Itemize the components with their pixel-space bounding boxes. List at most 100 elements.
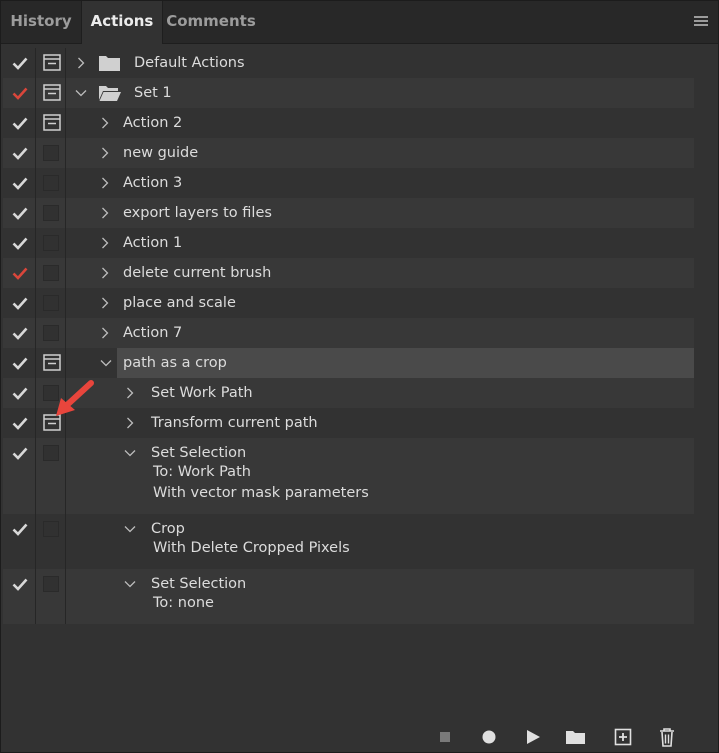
delete-button[interactable] [657,727,677,747]
toggle-column[interactable] [3,228,36,258]
action-row[interactable]: Action 2 [3,108,694,138]
dialog-column[interactable] [35,198,66,228]
dialog-toggle-icon[interactable] [43,84,61,101]
action-row-selected[interactable]: path as a crop [3,348,694,378]
check-icon[interactable] [12,176,28,190]
dialog-column[interactable] [35,569,66,624]
chevron-right-icon[interactable] [74,56,88,70]
check-icon[interactable] [12,577,28,591]
record-button[interactable] [479,727,499,747]
action-step-row[interactable]: Transform current path [3,408,694,438]
check-icon[interactable] [12,86,28,100]
chevron-right-icon[interactable] [98,296,112,310]
action-step-row[interactable]: Set Work Path [3,378,694,408]
dialog-column[interactable] [35,48,66,78]
check-icon[interactable] [12,266,28,280]
dialog-column[interactable] [35,228,66,258]
toggle-column[interactable] [3,78,36,108]
toggle-column[interactable] [3,569,36,624]
dialog-toggle[interactable] [43,295,59,311]
chevron-right-icon[interactable] [98,146,112,160]
dialog-column[interactable] [35,138,66,168]
check-icon[interactable] [12,296,28,310]
chevron-down-icon[interactable] [123,577,137,591]
dialog-column[interactable] [35,438,66,514]
action-step-row[interactable]: Crop With Delete Cropped Pixels [3,514,694,569]
actions-list[interactable]: Default Actions Set 1 Action 2 new guide Act… [3,48,694,624]
hamburger-menu-icon[interactable] [694,16,708,28]
chevron-right-icon[interactable] [98,206,112,220]
toggle-column[interactable] [3,168,36,198]
play-button[interactable] [523,727,543,747]
toggle-column[interactable] [3,318,36,348]
toggle-column[interactable] [3,378,36,408]
dialog-toggle[interactable] [43,145,59,161]
check-icon[interactable] [12,236,28,250]
chevron-right-icon[interactable] [98,236,112,250]
action-set-row[interactable]: Set 1 [3,78,694,108]
check-icon[interactable] [12,386,28,400]
dialog-toggle[interactable] [43,235,59,251]
tab-history[interactable]: History [1,1,81,43]
scrollbar[interactable] [694,48,714,613]
dialog-toggle[interactable] [43,445,59,461]
check-icon[interactable] [12,56,28,70]
toggle-column[interactable] [3,108,36,138]
dialog-column[interactable] [35,514,66,569]
action-set-row[interactable]: Default Actions [3,48,694,78]
stop-button[interactable] [435,727,455,747]
dialog-toggle[interactable] [43,325,59,341]
dialog-column[interactable] [35,288,66,318]
chevron-right-icon[interactable] [123,386,137,400]
chevron-down-icon[interactable] [123,446,137,460]
dialog-toggle[interactable] [43,521,59,537]
dialog-column[interactable] [35,168,66,198]
toggle-column[interactable] [3,138,36,168]
toggle-column[interactable] [3,258,36,288]
toggle-column[interactable] [3,48,36,78]
toggle-column[interactable] [3,348,36,378]
new-action-button[interactable] [613,727,633,747]
check-icon[interactable] [12,356,28,370]
dialog-toggle-icon[interactable] [43,354,61,371]
dialog-toggle-icon[interactable] [43,114,61,131]
check-icon[interactable] [12,522,28,536]
action-step-row[interactable]: Set Selection To: Work Path With vector ma… [3,438,694,514]
action-row[interactable]: Action 7 [3,318,694,348]
check-icon[interactable] [12,326,28,340]
chevron-down-icon[interactable] [74,86,88,100]
check-icon[interactable] [12,416,28,430]
dialog-column[interactable] [35,108,66,138]
dialog-toggle[interactable] [43,265,59,281]
tab-comments[interactable]: Comments [162,1,260,43]
dialog-toggle[interactable] [43,175,59,191]
action-row[interactable]: Action 3 [3,168,694,198]
check-icon[interactable] [12,206,28,220]
dialog-toggle[interactable] [43,576,59,592]
toggle-column[interactable] [3,438,36,514]
check-icon[interactable] [12,146,28,160]
dialog-toggle-icon[interactable] [43,54,61,71]
toggle-column[interactable] [3,198,36,228]
dialog-toggle[interactable] [43,205,59,221]
dialog-column[interactable] [35,258,66,288]
toggle-column[interactable] [3,408,36,438]
chevron-right-icon[interactable] [98,116,112,130]
action-step-row[interactable]: Set Selection To: none [3,569,694,624]
dialog-column[interactable] [35,348,66,378]
action-row[interactable]: place and scale [3,288,694,318]
check-icon[interactable] [12,116,28,130]
action-row[interactable]: Action 1 [3,228,694,258]
action-row[interactable]: new guide [3,138,694,168]
chevron-right-icon[interactable] [98,266,112,280]
chevron-down-icon[interactable] [99,356,113,370]
dialog-column[interactable] [35,318,66,348]
dialog-column[interactable] [35,78,66,108]
toggle-column[interactable] [3,514,36,569]
chevron-down-icon[interactable] [123,522,137,536]
chevron-right-icon[interactable] [98,326,112,340]
action-row[interactable]: export layers to files [3,198,694,228]
chevron-right-icon[interactable] [98,176,112,190]
new-set-button[interactable] [564,727,588,747]
check-icon[interactable] [12,446,28,460]
